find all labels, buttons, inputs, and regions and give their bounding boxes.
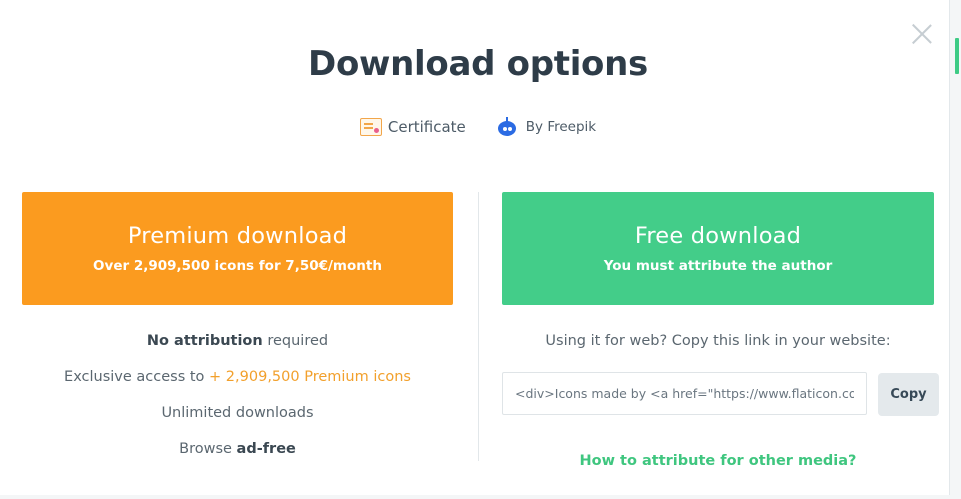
- premium-column: Premium download Over 2,909,500 icons fo…: [22, 192, 453, 476]
- copy-button[interactable]: Copy: [878, 373, 939, 416]
- modal-title: Download options: [308, 44, 648, 84]
- close-icon[interactable]: [911, 23, 933, 45]
- premium-download-title: Premium download: [127, 223, 348, 249]
- free-download-button[interactable]: Free download You must attribute the aut…: [502, 192, 934, 305]
- download-options-modal: Download options Certificate By Freepik …: [0, 0, 961, 499]
- copy-hint: Using it for web? Copy this link in your…: [545, 333, 891, 349]
- feature-ad-free: Browse ad-free: [179, 441, 296, 457]
- premium-icons-link[interactable]: + 2,909,500 Premium icons: [209, 369, 411, 385]
- premium-features: No attribution required Exclusive access…: [22, 332, 453, 476]
- attribution-help-link[interactable]: How to attribute for other media?: [502, 453, 934, 469]
- freepik-robot-icon: [496, 117, 518, 137]
- feature-no-attribution: No attribution required: [146, 333, 329, 349]
- icon-meta: Certificate By Freepik: [0, 117, 956, 137]
- background-page-bottom: [0, 495, 961, 499]
- certificate-label: Certificate: [387, 118, 466, 136]
- free-download-subtitle: You must attribute the author: [603, 258, 833, 274]
- free-column: Free download You must attribute the aut…: [502, 192, 939, 469]
- feature-unlimited: Unlimited downloads: [161, 405, 314, 421]
- certificate-icon: [359, 118, 382, 136]
- premium-download-button[interactable]: Premium download Over 2,909,500 icons fo…: [22, 192, 453, 305]
- premium-download-subtitle: Over 2,909,500 icons for 7,50€/month: [93, 258, 382, 274]
- free-download-title: Free download: [634, 223, 802, 249]
- attribution-copy-row: Copy: [502, 372, 939, 416]
- certificate-link[interactable]: Certificate: [359, 117, 466, 137]
- attribution-code-input[interactable]: [502, 372, 867, 415]
- column-divider: [478, 192, 479, 461]
- feature-exclusive-access: Exclusive access to + 2,909,500 Premium …: [64, 369, 411, 385]
- author-label: By Freepik: [525, 119, 597, 135]
- author-link[interactable]: By Freepik: [496, 117, 596, 137]
